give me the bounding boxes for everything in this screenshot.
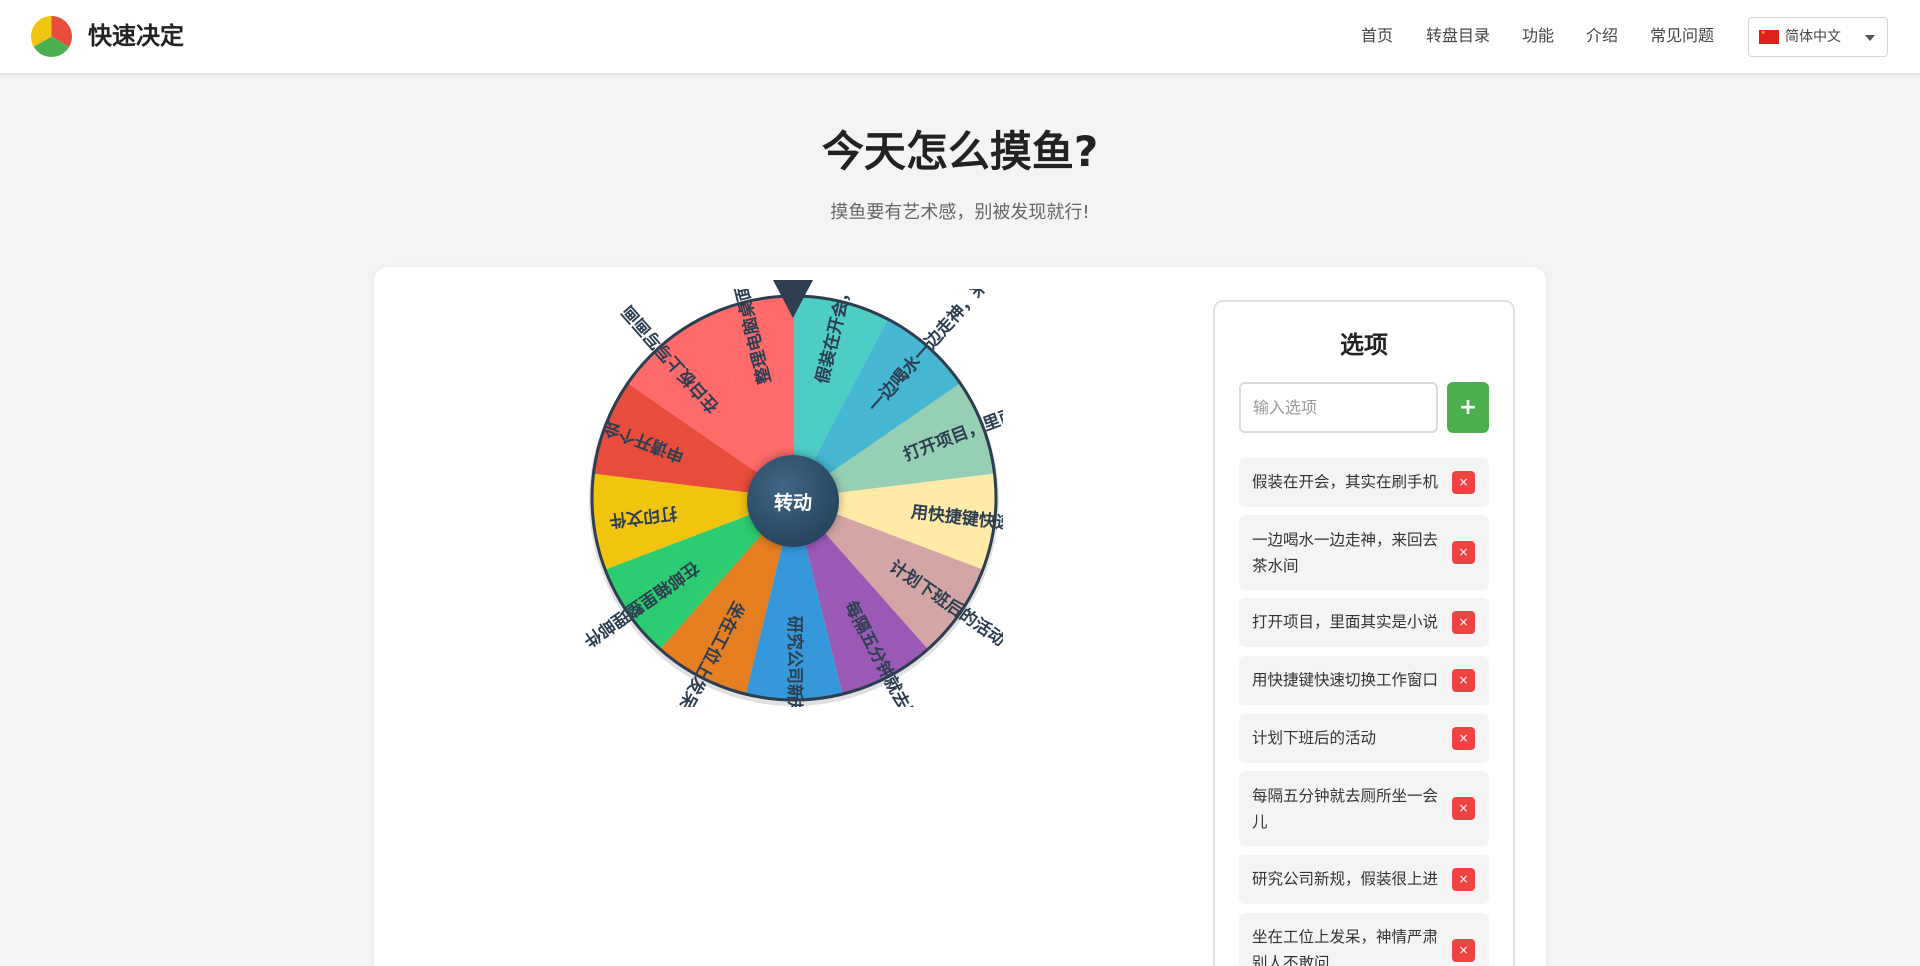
add-option-button[interactable]: +: [1447, 382, 1489, 433]
option-item: 假装在开会，其实在刷手机 ×: [1239, 458, 1489, 507]
delete-option-button[interactable]: ×: [1452, 471, 1475, 494]
option-text: 研究公司新规，假装很上进: [1252, 870, 1439, 888]
option-item: 每隔五分钟就去厕所坐一会儿 ×: [1239, 771, 1489, 846]
wheel-pointer: [773, 280, 813, 318]
delete-option-button[interactable]: ×: [1452, 797, 1475, 820]
china-flag-icon: ★: [1759, 30, 1779, 44]
top-navbar: 快速决定 首页 转盘目录 功能 介绍 常见问题 ★ 简体中文: [0, 0, 1920, 73]
nav-wheel-directory[interactable]: 转盘目录: [1426, 24, 1490, 48]
brand-name[interactable]: 快速决定: [88, 18, 184, 54]
delete-option-button[interactable]: ×: [1452, 868, 1475, 891]
logo-icon[interactable]: [31, 16, 72, 57]
option-input[interactable]: [1239, 382, 1438, 433]
option-item: 坐在工位上发呆，神情严肃别人不敢问 ×: [1239, 913, 1489, 966]
option-text: 每隔五分钟就去厕所坐一会儿: [1252, 787, 1439, 831]
delete-option-button[interactable]: ×: [1452, 727, 1475, 750]
option-text: 一边喝水一边走神，来回去茶水间: [1252, 531, 1439, 575]
language-select[interactable]: ★ 简体中文: [1748, 17, 1888, 57]
spin-button[interactable]: 转动: [747, 455, 839, 547]
language-label: 简体中文: [1785, 29, 1841, 45]
nav-faq[interactable]: 常见问题: [1650, 24, 1714, 48]
wheel-segment-label: 研究公司新规，假装很上进: [784, 616, 805, 707]
chevron-down-icon: [1865, 35, 1875, 41]
page-subtitle: 摸鱼要有艺术感，别被发现就行!: [830, 202, 1090, 223]
delete-option-button[interactable]: ×: [1452, 939, 1475, 962]
option-item: 计划下班后的活动 ×: [1239, 714, 1489, 763]
option-item: 一边喝水一边走神，来回去茶水间 ×: [1239, 515, 1489, 590]
option-text: 用快捷键快速切换工作窗口: [1252, 671, 1439, 689]
option-text: 坐在工位上发呆，神情严肃别人不敢问: [1252, 928, 1439, 966]
nav-home[interactable]: 首页: [1361, 24, 1393, 48]
option-text: 计划下班后的活动: [1252, 729, 1377, 747]
delete-option-button[interactable]: ×: [1452, 669, 1475, 692]
nav-introduction[interactable]: 介绍: [1586, 24, 1618, 48]
option-text: 打开项目，里面其实是小说: [1252, 613, 1439, 631]
option-text: 假装在开会，其实在刷手机: [1252, 473, 1439, 491]
options-panel: 选项 + 假装在开会，其实在刷手机 × 一边喝水一边走神，来回去茶水间 × 打开…: [1213, 300, 1515, 966]
nav-features[interactable]: 功能: [1522, 24, 1554, 48]
delete-option-button[interactable]: ×: [1452, 541, 1475, 564]
option-item: 打开项目，里面其实是小说 ×: [1239, 598, 1489, 647]
delete-option-button[interactable]: ×: [1452, 611, 1475, 634]
options-title: 选项: [1340, 331, 1388, 359]
page-title: 今天怎么摸鱼?: [821, 127, 1099, 176]
option-item: 用快捷键快速切换工作窗口 ×: [1239, 656, 1489, 705]
option-item: 研究公司新规，假装很上进 ×: [1239, 855, 1489, 904]
